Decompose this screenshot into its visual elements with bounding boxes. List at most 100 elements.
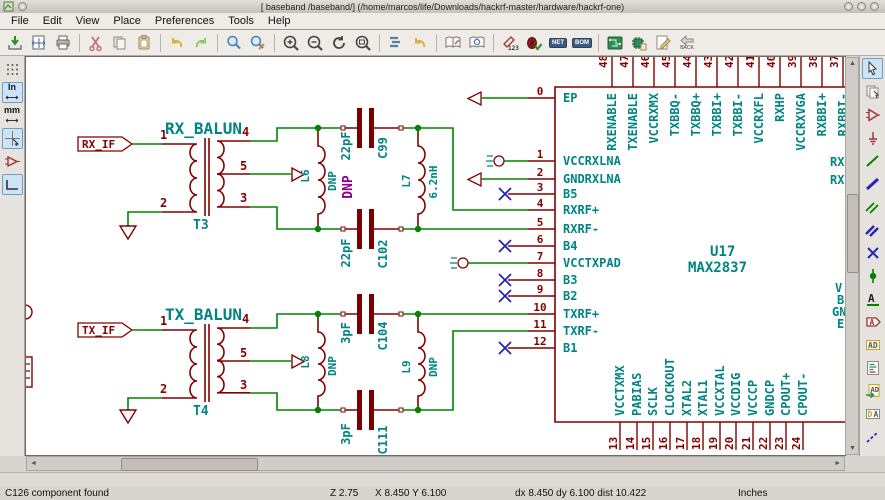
zoom-out-button[interactable] [304,32,326,54]
menu-tools[interactable]: Tools [221,14,261,28]
place-net-label-button[interactable]: A [862,288,883,309]
t3-pin3-number: 3 [240,191,247,205]
cut-icon[interactable] [85,32,107,54]
back-button[interactable]: BACK [676,32,698,54]
page-settings-button[interactable] [28,32,50,54]
inductor-l7[interactable]: L7 6.2nH [400,128,440,229]
svg-text:D: D [867,410,872,419]
highlight-net-button[interactable] [862,81,883,102]
place-bus-button[interactable] [862,173,883,194]
pin-name: RXHP [773,93,787,122]
run-cvpcb-button[interactable] [628,32,650,54]
erc-button[interactable] [523,32,545,54]
cursor-shape-toggle-button[interactable] [2,128,23,149]
library-editor-button[interactable] [442,32,464,54]
scroll-left-icon[interactable]: ◄ [30,460,37,467]
transformer-t3[interactable] [162,138,250,216]
horizontal-scrollbar-thumb[interactable] [121,458,258,471]
status-zoom: Z 2.75 [330,488,358,499]
menu-preferences[interactable]: Preferences [148,14,221,28]
schematic-canvas[interactable]: RX_BALUN RX_IF 1 [26,57,845,455]
place-global-label-button[interactable]: A [862,311,883,332]
cursor-tool-button[interactable] [862,58,883,79]
menu-edit[interactable]: Edit [36,14,69,28]
place-junction-button[interactable] [862,265,883,286]
redraw-button[interactable] [328,32,350,54]
capacitor-c99[interactable]: 22pF DNP C99 [339,108,403,199]
library-browser-button[interactable] [466,32,488,54]
tx-if-port[interactable]: TX_IF [78,323,132,337]
maximize-button[interactable] [857,2,866,11]
menu-help[interactable]: Help [261,14,298,28]
minimize-button[interactable] [844,2,853,11]
wire-to-bus-entry-button[interactable] [862,196,883,217]
run-pcbnew-button[interactable] [604,32,626,54]
toolbar-separator [274,34,275,52]
svg-text:A: A [873,410,878,419]
hv-orientation-toggle-button[interactable] [2,174,23,195]
find-replace-button[interactable] [247,32,269,54]
menu-place[interactable]: Place [106,14,148,28]
place-wire-button[interactable] [862,150,883,171]
netlist-button[interactable]: NET [547,32,569,54]
place-hierarchical-sheet-button[interactable] [862,357,883,378]
find-button[interactable] [223,32,245,54]
place-power-port-button[interactable] [862,127,883,148]
units-mm-button[interactable]: mm [2,105,23,126]
status-units: Inches [738,488,767,499]
undo-button[interactable] [166,32,188,54]
no-connect-flag-button[interactable] [862,242,883,263]
paste-button[interactable] [133,32,155,54]
scroll-up-icon[interactable]: ▲ [849,60,856,67]
rx-balun-section[interactable]: RX_BALUN RX_IF 1 [78,108,528,268]
import-sheet-pin-button[interactable]: AD [862,380,883,401]
capacitor-c104[interactable]: 3pF C104 [339,294,403,350]
inductor-l6[interactable]: L6 DNP [299,128,339,229]
grid-toggle-button[interactable] [2,59,23,80]
pin-number: 5 [537,216,544,229]
print-button[interactable] [52,32,74,54]
ic-u17-max2837[interactable]: U17 MAX2837 0 EP 1 VCCRXLNA [450,57,845,450]
pin-number: 18 [690,437,703,450]
capacitor-c102[interactable]: 22pF C102 [339,209,403,268]
units-inches-button[interactable]: In [2,82,23,103]
capacitor-c111[interactable]: 3pF C111 [339,390,403,454]
inductor-l9[interactable]: L9 DNP [400,314,440,410]
inductor-l8[interactable]: L8 DNP [299,314,339,410]
svg-text:A: A [868,292,875,305]
annotate-button[interactable]: 123 [499,32,521,54]
transformer-t4[interactable] [162,324,250,402]
scroll-down-icon[interactable]: ▼ [849,445,856,452]
place-hierarchical-label-button[interactable]: AD [862,334,883,355]
place-graphic-line-button[interactable] [862,426,883,447]
pin-number: 22 [757,437,770,450]
edit-drawing-sheet-button[interactable] [652,32,674,54]
save-button[interactable] [4,32,26,54]
close-button[interactable] [870,2,879,11]
hidden-pins-toggle-button[interactable] [2,151,23,172]
tx-balun-section[interactable]: TX_BALUN TX_IF 1 2 4 [78,294,528,454]
vertical-scrollbar-thumb[interactable] [847,194,859,273]
menu-file[interactable]: File [4,14,36,28]
pin-name: RXBBI- [836,93,845,136]
pin-name: TXBBQ- [668,93,682,136]
leave-sheet-button[interactable] [409,32,431,54]
bus-to-bus-entry-button[interactable] [862,219,883,240]
place-component-button[interactable] [862,104,883,125]
pin-number: 42 [723,57,736,68]
bom-button[interactable]: BOM [571,32,593,54]
pin-number: 17 [674,437,687,450]
hierarchy-navigator-button[interactable] [385,32,407,54]
zoom-fit-button[interactable] [352,32,374,54]
vertical-scrollbar[interactable]: ▲ ▼ [845,57,859,455]
scroll-right-icon[interactable]: ► [834,460,841,467]
redo-button[interactable] [190,32,212,54]
menu-view[interactable]: View [69,14,107,28]
copy-button[interactable] [109,32,131,54]
zoom-in-button[interactable] [280,32,302,54]
place-sheet-pin-button[interactable]: DA [862,403,883,424]
pin-number: 3 [537,181,544,194]
pin-number: 0 [537,85,544,98]
horizontal-scrollbar[interactable]: ◄ ► [26,456,845,471]
rx-if-port[interactable]: RX_IF [78,137,132,151]
